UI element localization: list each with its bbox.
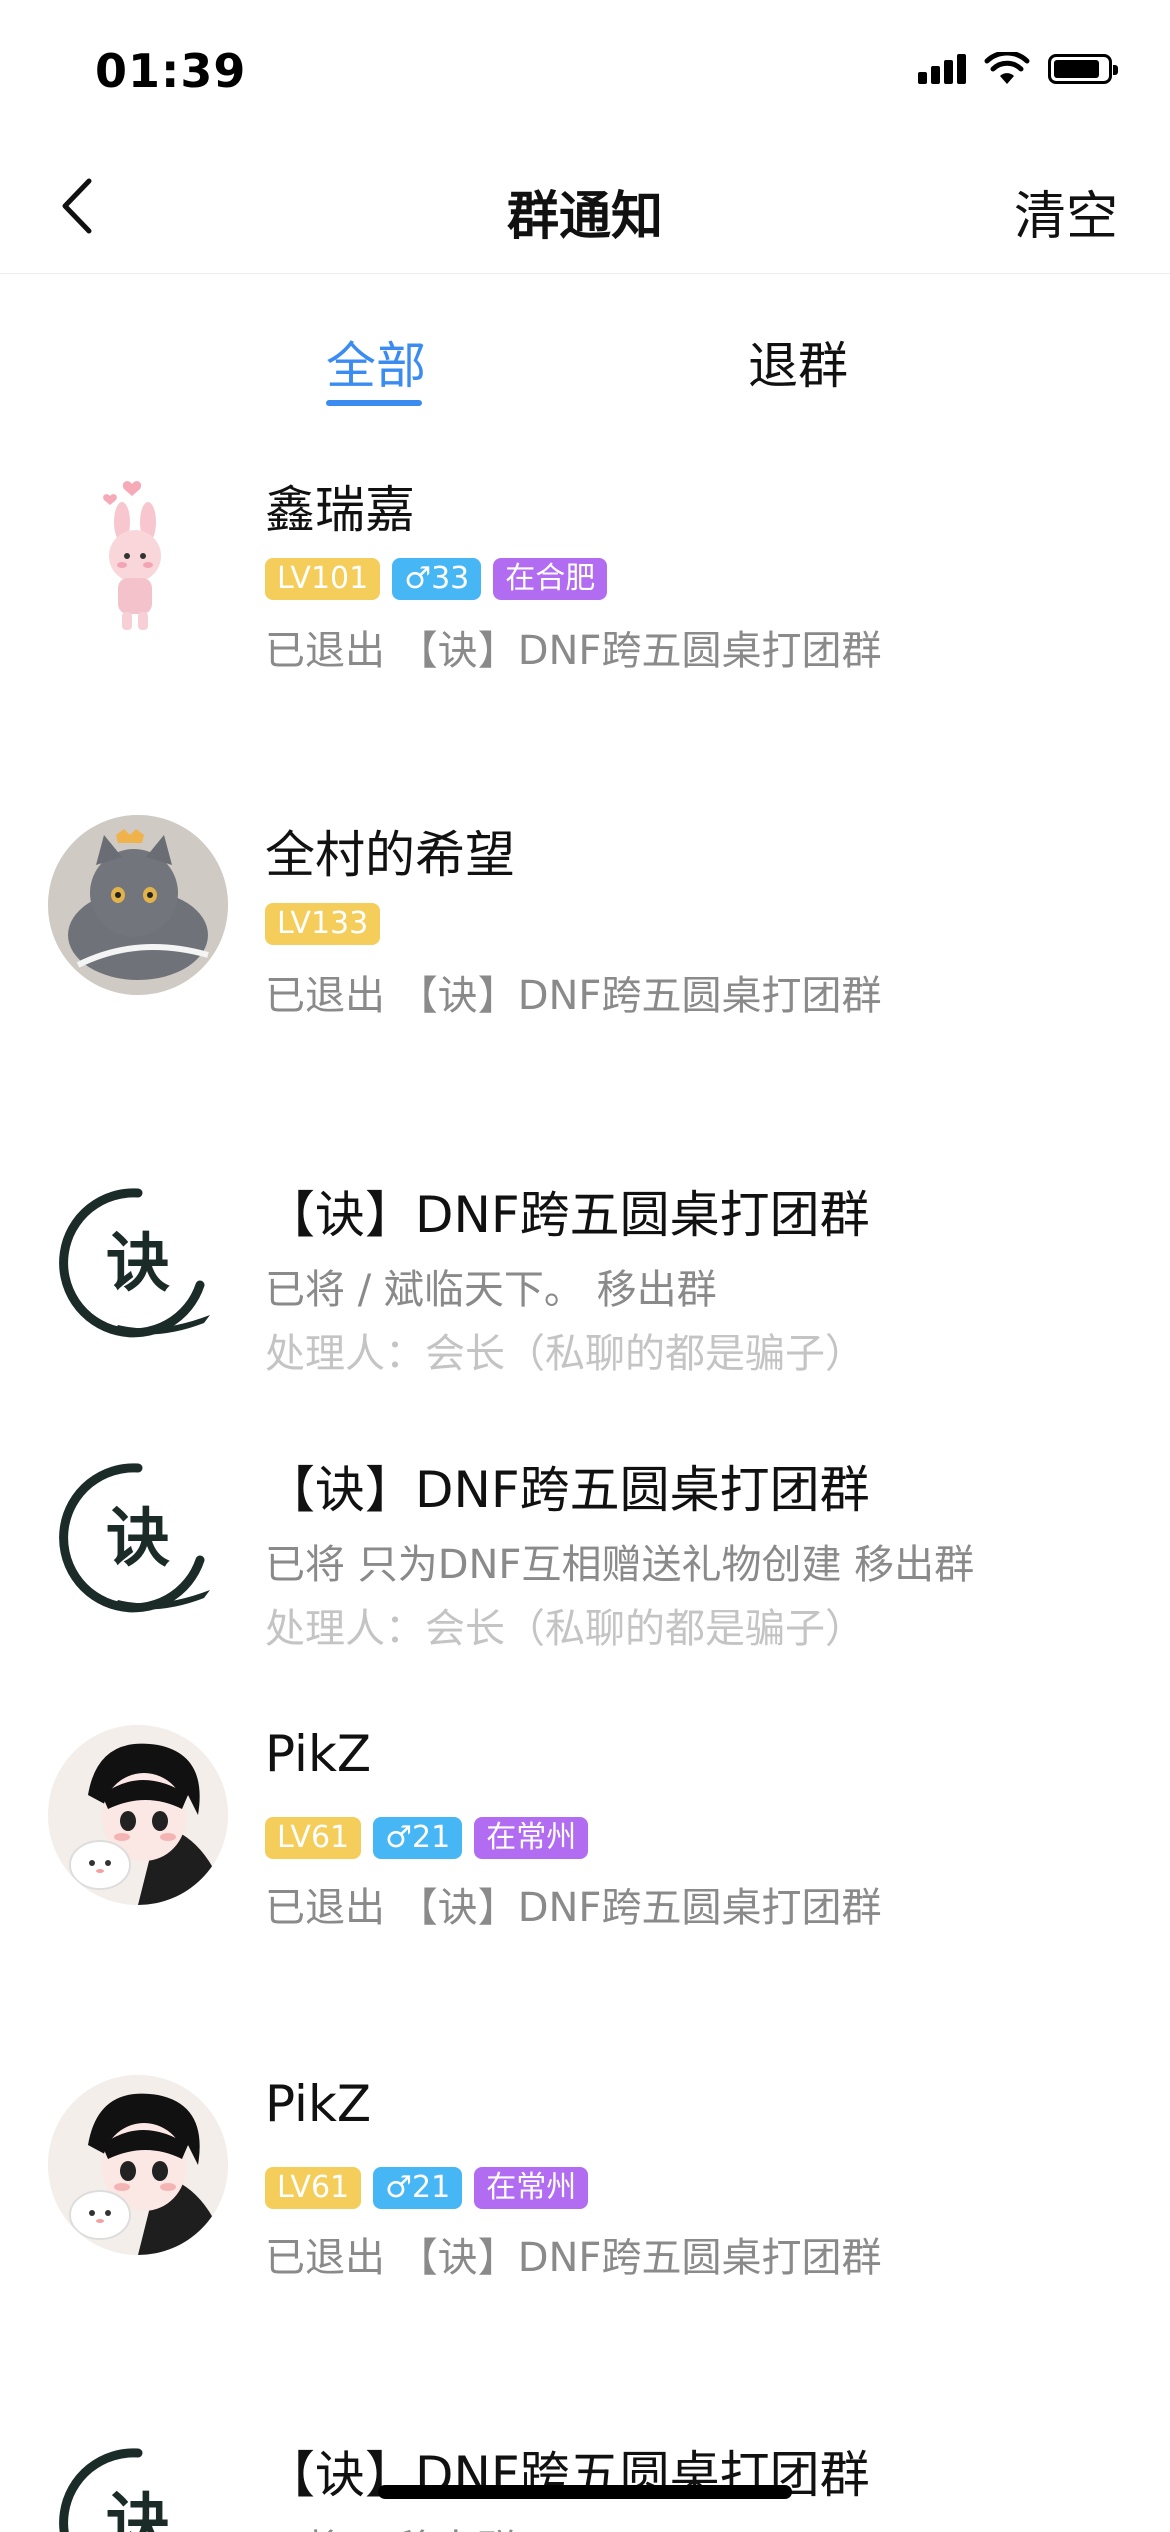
user-tags: LV61 ♂21 在常州: [265, 2167, 589, 2209]
item-description: 已将 只为DNF互相赠送礼物创建 移出群: [265, 1542, 975, 1588]
list-item[interactable]: 鑫瑞嘉 LV101 ♂33 在合肥 已退出 【诀】DNF跨五圆桌打团群: [0, 470, 1170, 770]
item-description: 已将 / 斌临天下。 移出群: [265, 1267, 717, 1313]
group-logo-icon: 诀: [59, 1188, 210, 1338]
avatar: [48, 815, 228, 995]
level-badge: LV101: [265, 558, 381, 600]
item-title: 鑫瑞嘉: [265, 481, 415, 539]
notification-list: 鑫瑞嘉 LV101 ♂33 在合肥 已退出 【诀】DNF跨五圆桌打团群 全村的希…: [0, 0, 1170, 2532]
item-description: 已退出 【诀】DNF跨五圆桌打团群: [265, 973, 882, 1019]
avatar: [48, 1725, 228, 1905]
gender-age-badge: ♂21: [373, 1817, 463, 1859]
gender-age-badge: ♂33: [392, 558, 482, 600]
level-badge: LV61: [265, 2167, 362, 2209]
item-title: PikZ: [265, 2075, 372, 2133]
user-tags: LV61 ♂21 在常州: [265, 1817, 589, 1859]
svg-text:诀: 诀: [106, 1226, 170, 1301]
item-description: 已退出 【诀】DNF跨五圆桌打团群: [265, 2235, 882, 2281]
avatar: [48, 470, 228, 650]
user-tags: LV101 ♂33 在合肥: [265, 558, 608, 600]
list-item[interactable]: 诀 【诀】DNF跨五圆桌打团群 已将 ·· 移出群: [0, 2435, 1170, 2532]
gender-age-badge: ♂21: [373, 2167, 463, 2209]
cat-photo-avatar: [48, 815, 228, 995]
item-description: 已将 ·· 移出群: [265, 2517, 516, 2532]
list-item[interactable]: 诀 【诀】DNF跨五圆桌打团群 已将 / 斌临天下。 移出群 处理人：会长（私聊…: [0, 1175, 1170, 1415]
level-badge: LV61: [265, 1817, 362, 1859]
city-badge: 在合肥: [493, 558, 608, 600]
item-description: 已退出 【诀】DNF跨五圆桌打团群: [265, 1885, 882, 1931]
avatar: 诀: [48, 1175, 228, 1355]
group-logo-icon: 诀: [59, 2448, 170, 2532]
city-badge: 在常州: [474, 2167, 589, 2209]
handler-note: 处理人：会长（私聊的都是骗子）: [265, 1331, 865, 1377]
item-description: 已退出 【诀】DNF跨五圆桌打团群: [265, 628, 882, 674]
anime-boy-avatar: [48, 1725, 228, 1905]
avatar: 诀: [48, 1450, 228, 1630]
list-item[interactable]: 全村的希望 LV133 已退出 【诀】DNF跨五圆桌打团群: [0, 815, 1170, 1115]
level-badge: LV133: [265, 903, 381, 945]
city-badge: 在常州: [474, 1817, 589, 1859]
svg-text:诀: 诀: [106, 2486, 170, 2532]
list-item[interactable]: PikZ LV61 ♂21 在常州 已退出 【诀】DNF跨五圆桌打团群: [0, 1725, 1170, 2025]
avatar: 诀: [48, 2435, 228, 2532]
svg-text:诀: 诀: [106, 1501, 170, 1576]
item-title: PikZ: [265, 1725, 372, 1783]
user-tags: LV133: [265, 903, 381, 945]
home-indicator: [378, 2485, 792, 2499]
list-item[interactable]: PikZ LV61 ♂21 在常州 已退出 【诀】DNF跨五圆桌打团群: [0, 2075, 1170, 2375]
item-title: 全村的希望: [265, 826, 515, 884]
item-title: 【诀】DNF跨五圆桌打团群: [265, 1186, 870, 1244]
cartoon-rabbit-avatar: [103, 481, 161, 630]
list-item[interactable]: 诀 【诀】DNF跨五圆桌打团群 已将 只为DNF互相赠送礼物创建 移出群 处理人…: [0, 1450, 1170, 1690]
group-logo-icon: 诀: [59, 1463, 210, 1613]
anime-boy-avatar: [48, 2075, 228, 2255]
item-title: 【诀】DNF跨五圆桌打团群: [265, 1461, 870, 1519]
avatar: [48, 2075, 228, 2255]
handler-note: 处理人：会长（私聊的都是骗子）: [265, 1606, 865, 1652]
